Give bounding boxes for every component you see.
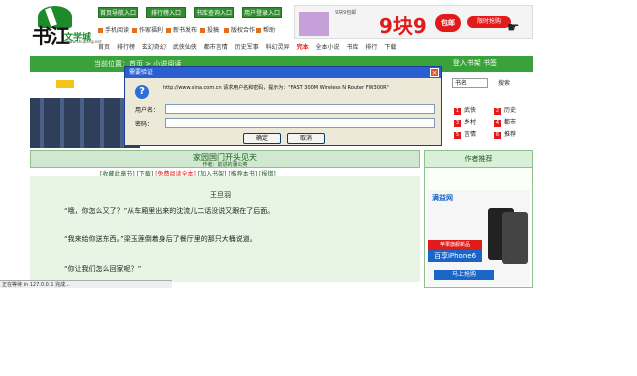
logo-url: www.shujiang.net — [66, 39, 102, 44]
ad-product-image — [299, 12, 329, 36]
ad-buy-button[interactable]: 限时抢购 — [467, 16, 511, 28]
copyright-icon — [224, 28, 229, 33]
status-bar: 正在等待 in 127.0.0.1 完成... — [0, 280, 172, 288]
nav-item[interactable]: 武侠仙侠 — [173, 44, 197, 51]
book-icon — [166, 28, 171, 33]
nav-item[interactable]: 全本小说 — [316, 44, 340, 51]
search-type-select[interactable]: 书名 — [452, 78, 488, 88]
category-item[interactable]: 2 历史 — [494, 106, 516, 116]
category-item[interactable]: 5 言情 — [454, 130, 476, 140]
top-link-3[interactable]: 新书发布 — [166, 26, 197, 36]
paragraph: “我来给你送东西。”梁玉莲倒着身后了餐厅里的那只大桶说道。 — [64, 235, 257, 243]
nav-item[interactable]: 科幻灵异 — [266, 44, 290, 51]
username-label: 用户名： — [135, 107, 160, 114]
category-label: 乡村 — [464, 119, 477, 126]
nav-item[interactable]: 首页 — [98, 44, 110, 51]
question-icon: ? — [135, 85, 149, 99]
top-button-2[interactable]: 排行榜入口 — [146, 7, 186, 18]
ad-buy-now-button[interactable]: 马上抢购 — [434, 270, 494, 280]
hand-pointer-icon: ☛ — [507, 20, 520, 36]
dialog-title: 需要验证 — [125, 67, 441, 78]
username-input[interactable] — [165, 104, 435, 114]
top-link-2[interactable]: 作家福利 — [132, 26, 163, 36]
category-item[interactable]: 6 推荐 — [494, 130, 516, 140]
top-link-1[interactable]: 手机阅读 — [98, 26, 129, 36]
chapter-subtitle: 作者：前进的蒲公英 — [202, 162, 248, 168]
top-link-label: 作家福利 — [139, 27, 164, 34]
logo-calligraphy: 书江 — [32, 24, 70, 48]
ad-caption: 9块9包邮 — [335, 10, 357, 16]
nav-item[interactable]: 玄幻奇幻 — [142, 44, 166, 51]
gift-icon — [132, 28, 137, 33]
chapter-content: 王旦羽 “哦，你怎么又了？”从车厢里出来的沈流儿二话没说又跟在了后面。 “我来给… — [30, 176, 420, 282]
top-link-5[interactable]: 版权合作 — [224, 26, 255, 36]
password-label: 密码： — [135, 121, 154, 128]
top-button-4[interactable]: 用户登录入口 — [242, 7, 282, 18]
password-input[interactable] — [165, 118, 435, 128]
hot-tag-icon — [56, 80, 74, 88]
ad-free-shipping-badge: 包邮 — [435, 14, 461, 32]
auth-dialog: 需要验证 × ? http://www.sina.com.cn 请求用户名和密码… — [124, 66, 442, 146]
nav-item-hot[interactable]: 完本 — [297, 44, 309, 51]
top-link-label: 版权合作 — [231, 27, 256, 34]
nav-item[interactable]: 排行榜 — [117, 44, 135, 51]
category-item[interactable]: 1 武侠 — [454, 106, 476, 116]
nav-item[interactable]: 下载 — [384, 44, 396, 51]
chapter-author: 王旦羽 — [210, 191, 231, 199]
phone-icon — [98, 28, 103, 33]
top-link-label: 帮助 — [263, 27, 276, 34]
top-link-label: 投稿 — [207, 27, 220, 34]
category-item[interactable]: 3 乡村 — [454, 118, 476, 128]
ad-tag: 苹果旗舰新品 — [428, 240, 482, 250]
pen-icon — [200, 28, 205, 33]
bookshelf-link[interactable]: 登入书架 书签 — [453, 58, 497, 68]
category-label: 历史 — [504, 107, 517, 114]
search-button[interactable]: 搜索 — [498, 78, 510, 87]
help-icon — [256, 28, 261, 33]
ok-button[interactable]: 确定 — [243, 133, 281, 144]
category-label: 武侠 — [464, 107, 477, 114]
close-icon[interactable]: × — [430, 68, 439, 77]
top-advertisement[interactable]: 9块9包邮 9块9 包邮 限时抢购 ☛ — [294, 5, 533, 39]
paragraph: “哦，你怎么又了？”从车厢里出来的沈流儿二话没说又跟在了后面。 — [64, 207, 275, 215]
category-item[interactable]: 4 都市 — [494, 118, 516, 128]
top-link-4[interactable]: 投稿 — [200, 26, 219, 36]
dialog-message: http://www.sina.com.cn 请求用户名和密码，提示为："FAS… — [163, 85, 389, 91]
top-link-6[interactable]: 帮助 — [256, 26, 275, 36]
cancel-button[interactable]: 取消 — [287, 133, 325, 144]
ad-price: 9块9 — [379, 14, 427, 38]
right-column-header: 作者推荐 — [425, 151, 532, 168]
ad-headline: 百享iPhone6 — [428, 250, 482, 262]
site-logo[interactable]: 书江 文学城 www.shujiang.net — [30, 6, 101, 48]
browser-page: 书江 文学城 www.shujiang.net 首页导航入口 排行榜入口 书库查… — [0, 0, 533, 288]
nav-item[interactable]: 都市言情 — [204, 44, 228, 51]
category-label: 言情 — [464, 131, 477, 138]
chapter-title-bar: 家园国门开头见天 作者：前进的蒲公英 — [30, 150, 420, 168]
category-list: 1 武侠 2 历史 3 乡村 4 都市 5 言情 6 推荐 — [448, 104, 533, 148]
top-button-1[interactable]: 首页导航入口 — [98, 7, 138, 18]
category-label: 推荐 — [504, 131, 517, 138]
phone-image — [502, 212, 528, 264]
top-button-3[interactable]: 书库查询入口 — [194, 7, 234, 18]
top-link-label: 新书发布 — [173, 27, 198, 34]
main-nav: 首页 排行榜 玄幻奇幻 武侠仙侠 都市言情 历史军事 科幻灵异 完本 全本小说 … — [98, 42, 533, 54]
ad-brand: 满益网 — [432, 194, 453, 202]
nav-item[interactable]: 历史军事 — [235, 44, 259, 51]
phone-advertisement[interactable]: 满益网 苹果旗舰新品 百享iPhone6 马上抢购 — [428, 190, 530, 286]
paragraph: “你让我们怎么回家呢？” — [64, 265, 142, 273]
category-label: 都市 — [504, 119, 517, 126]
nav-item[interactable]: 排行 — [365, 44, 377, 51]
top-link-label: 手机阅读 — [105, 27, 130, 34]
nav-item[interactable]: 书库 — [346, 44, 358, 51]
